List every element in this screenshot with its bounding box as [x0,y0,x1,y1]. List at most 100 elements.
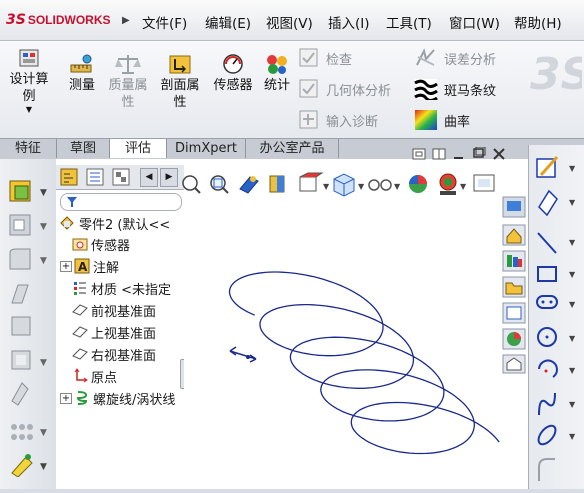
tree-item-label: 传感器 [91,238,131,254]
tree-item-front-plane[interactable]: 前视基准面 [72,300,156,320]
svg-text:▼: ▼ [569,300,576,309]
menu-insert[interactable]: 插入(I) [328,12,370,32]
sensor-button[interactable]: 传感器 [210,53,256,94]
helix-curve[interactable] [184,159,529,489]
deviation-analysis-button[interactable]: 误差分析 [414,47,496,69]
arc-icon[interactable] [538,359,558,378]
expand-icon[interactable]: + [60,392,72,404]
smart-dimension-icon[interactable] [538,189,558,217]
feature-manager-tree: ◀ ▶ 零件2 (默认<< 传感器 + A 注解 材质 <未指定 前视基准面 上… [56,159,188,489]
tree-item-helix[interactable]: + 螺旋线/涡状线 [60,388,175,408]
logo-text: SOLIDWORKS [27,13,111,27]
svg-text:▼: ▼ [569,238,576,247]
tree-item-annotations[interactable]: + A 注解 [60,256,119,276]
tree-item-material[interactable]: 材质 <未指定 [72,278,171,298]
property-manager-tab-icon[interactable] [86,168,104,186]
tree-item-label: 注解 [93,260,120,276]
measure-label: 测量 [68,78,95,93]
home-icon[interactable] [502,224,526,246]
origin-icon [74,368,88,383]
mass-properties-button[interactable]: 质量属 性 [104,53,152,111]
tree-scroll-right-icon[interactable]: ▶ [160,168,178,187]
tab-evaluate[interactable]: 评估 [110,139,167,158]
statistics-button[interactable]: 统计 [260,53,294,94]
tree-item-origin[interactable]: 原点 [72,366,117,386]
solidworks-logo[interactable]: 3S SOLIDWORKS [6,9,118,31]
tree-root-part[interactable]: 零件2 (默认<< [58,213,170,233]
tab-office-products[interactable]: 办公室产品 [246,139,339,158]
import-diagnostics-label: 输入诊断 [326,114,379,130]
svg-text:▼: ▼ [569,270,576,279]
menu-tools[interactable]: 工具(T) [386,12,432,32]
rectangle-icon[interactable] [537,266,557,282]
geometry-analysis-icon [299,79,318,98]
cut-extrude-icon[interactable] [9,214,31,236]
tree-filter-input[interactable] [60,193,182,211]
fillet-icon[interactable] [9,248,31,270]
tree-scroll-left-icon[interactable]: ◀ [140,168,158,187]
shell-icon[interactable] [11,350,31,370]
statistics-icon [267,55,287,74]
expand-icon[interactable]: + [60,260,72,272]
slot-icon[interactable] [536,295,558,309]
design-library-icon[interactable] [502,250,526,272]
sweep-icon[interactable] [11,284,29,304]
menu-view[interactable]: 视图(V) [266,12,313,32]
section-properties-icon [169,55,191,74]
plane-icon [72,348,88,360]
spline-icon[interactable] [538,392,556,416]
dropdown-arrow-icon[interactable]: ▼ [40,188,47,198]
left-feature-toolbar: ▼ ▼ ▼ ▼ ▼ ▼ [0,159,57,489]
tree-tab-strip: ◀ ▶ [56,165,184,190]
circle-icon[interactable] [537,327,557,347]
plane-icon [72,326,88,338]
geometry-analysis-button[interactable]: 几何体分析 [298,78,391,100]
ellipse-icon[interactable] [535,423,558,448]
menu-file[interactable]: 文件(F) [142,12,187,32]
dropdown-arrow-icon[interactable]: ▼ [6,105,52,115]
tree-item-sensors[interactable]: 传感器 [72,234,130,254]
section-properties-button[interactable]: 剖面属 性 [156,53,204,111]
configuration-manager-tab-icon[interactable] [112,168,130,186]
custom-properties-icon[interactable] [502,354,526,374]
menu-help[interactable]: 帮助(H) [514,12,562,32]
menu-edit[interactable]: 编辑(E) [205,12,251,32]
tree-item-label: 上视基准面 [91,326,157,342]
mass-properties-label-1: 质量属 [108,78,148,93]
reference-geometry-icon[interactable] [11,454,33,477]
sensor-folder-icon [72,238,88,251]
zebra-stripes-button[interactable]: 斑马条纹 [414,78,496,100]
sketch-icon[interactable] [536,156,559,178]
loft-icon[interactable] [11,316,31,336]
linear-pattern-icon[interactable] [11,424,33,440]
line-icon[interactable] [537,232,557,254]
graphics-area[interactable]: ▼ ▼ ▼ ▼ [182,147,529,489]
design-study-button[interactable]: 设计算 例 ▼ [6,47,52,115]
menu-window[interactable]: 窗口(W) [449,12,500,32]
curvature-button[interactable]: 曲率 [414,109,470,131]
svg-text:3S: 3S [530,49,582,100]
solidworks-resources-icon[interactable] [502,196,526,218]
fillet-sketch-icon[interactable] [538,458,555,481]
import-diagnostics-button[interactable]: 输入诊断 [298,109,378,131]
svg-text:▼: ▼ [569,198,576,207]
check-button[interactable]: 检查 [298,47,352,69]
helix-icon [76,391,88,405]
measure-button[interactable]: 测量 [64,53,100,94]
feature-manager-tab-icon[interactable] [60,168,78,186]
sensor-label: 传感器 [213,78,253,93]
plane-icon [72,304,88,316]
file-explorer-icon[interactable] [502,276,526,298]
sketch-toolbar-icons: ▼ ▼ ▼ ▼ ▼ ▼ ▼ ▼ ▼ [535,156,576,481]
tab-dimxpert[interactable]: DimXpert [167,139,246,158]
annotation-icon: A [74,258,90,274]
view-palette-icon[interactable] [502,302,526,324]
logo-menu-arrow-icon[interactable]: ▶ [122,9,136,31]
appearances-icon[interactable] [502,328,526,350]
tree-item-top-plane[interactable]: 上视基准面 [72,322,156,342]
tab-sketch[interactable]: 草图 [57,139,110,158]
rib-icon[interactable] [11,382,29,406]
extrude-icon[interactable] [9,180,31,202]
tab-features[interactable]: 特征 [0,139,57,158]
tree-item-right-plane[interactable]: 右视基准面 [72,344,156,364]
